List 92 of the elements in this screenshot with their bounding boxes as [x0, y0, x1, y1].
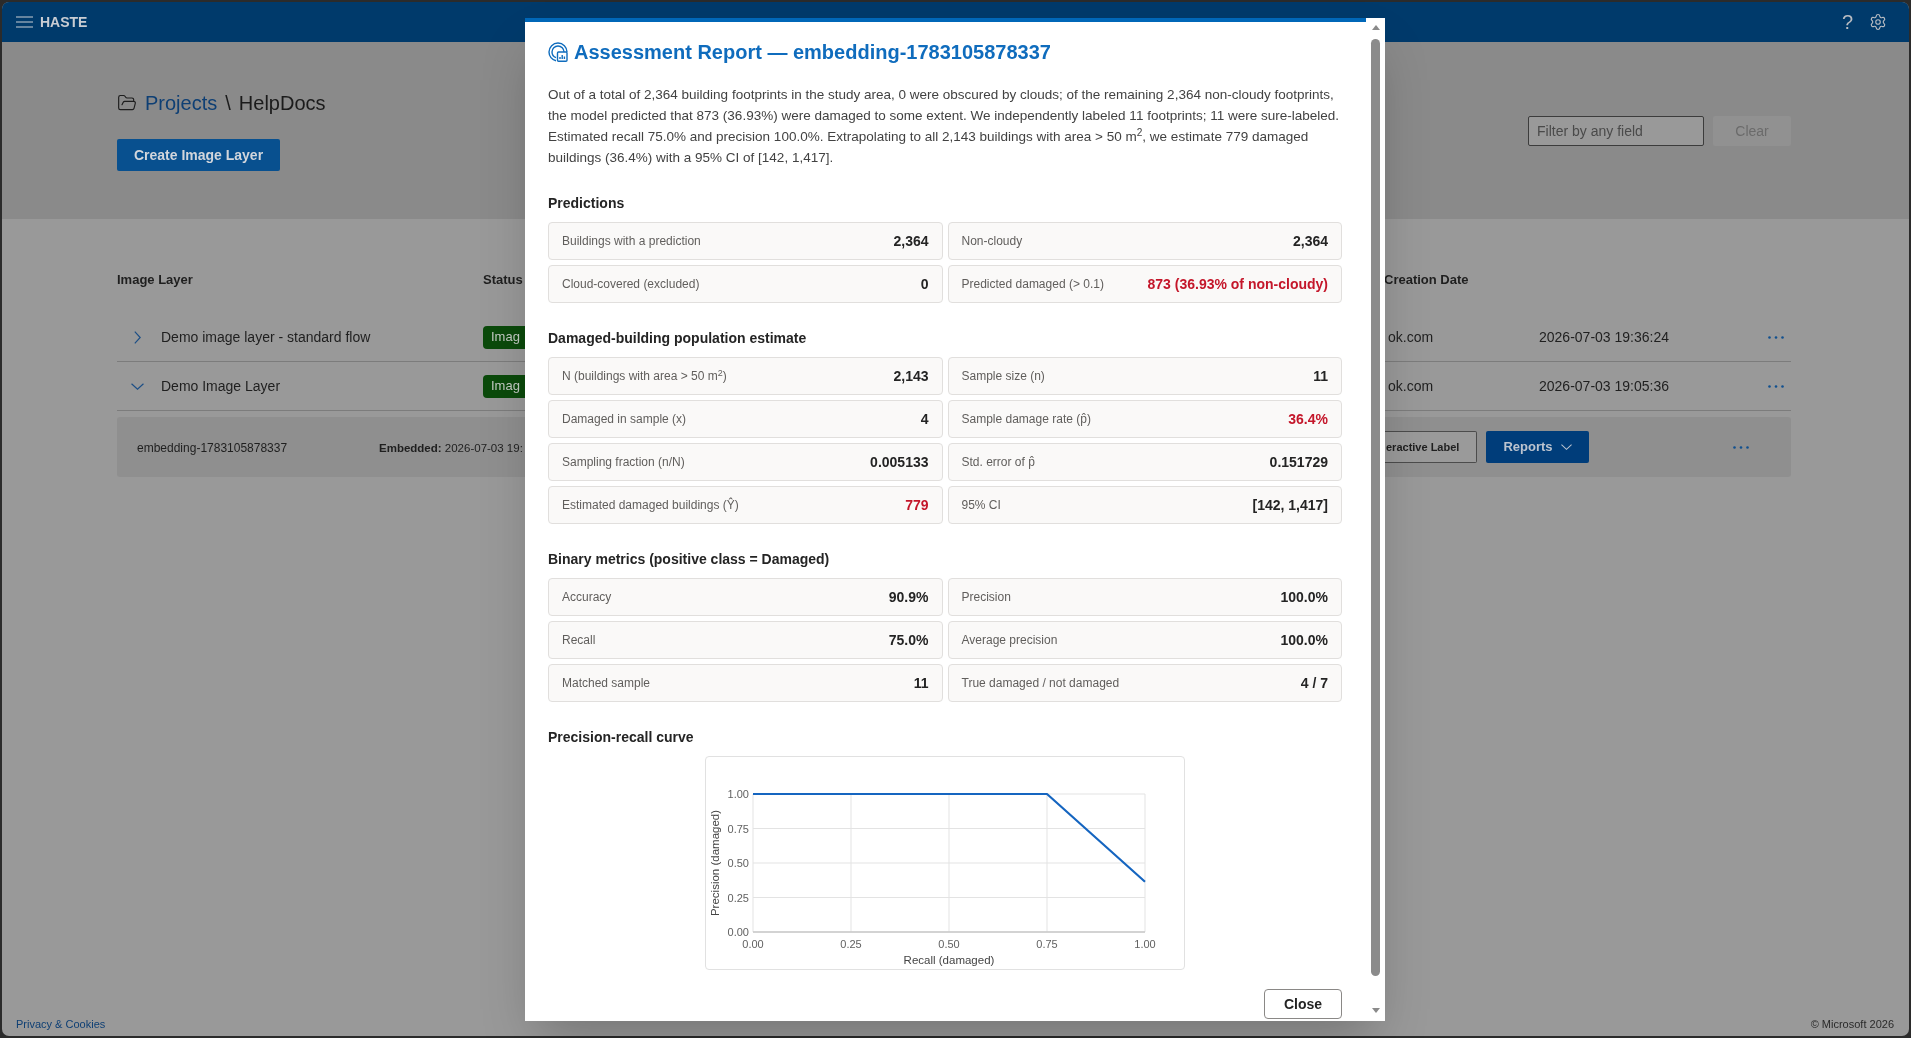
x-tick-label: 1.00: [1134, 938, 1156, 950]
breadcrumb-separator: \: [225, 91, 231, 116]
label-button[interactable]: eractive Label: [1385, 431, 1477, 463]
section-heading: Precision-recall curve: [548, 728, 695, 747]
metric-label: Accuracy: [562, 589, 612, 606]
x-axis-title: Recall (damaged): [903, 954, 995, 966]
breadcrumb-link[interactable]: Projects: [145, 88, 218, 118]
x-tick-label: 0.00: [742, 938, 764, 950]
table-cell-text: 2026-07-03 19:05:36: [1539, 376, 1669, 396]
metric-value: 2,364: [1292, 231, 1328, 251]
metric-value: 0: [920, 274, 929, 294]
settings-icon[interactable]: [1869, 13, 1887, 31]
column-header: Status: [483, 271, 523, 290]
metric-label: Cloud-covered (excluded): [562, 276, 700, 293]
metric-label: N (buildings with area > 50 m$^{2}$): [562, 367, 727, 385]
copyright-text: © Microsoft 2026: [1810, 1016, 1894, 1032]
metric-value: 2,143: [893, 366, 929, 386]
metric-label: Recall: [562, 632, 596, 649]
x-tick-label: 0.25: [840, 938, 862, 950]
report-chart-icon: [548, 42, 568, 62]
scrollbar-thumb[interactable]: [1371, 39, 1380, 976]
table-cell-text: 2026-07-03 19:36:24: [1539, 327, 1669, 347]
ellipsis-icon[interactable]: [1767, 335, 1784, 339]
metric-value: 779: [905, 495, 929, 515]
app-name: HASTE: [40, 12, 88, 32]
dialog-title: Assessment Report — embedding-1783105878337: [574, 40, 1051, 65]
metric-value: 4 / 7: [1300, 673, 1328, 693]
chevron-down-icon[interactable]: [130, 382, 144, 390]
reports-button[interactable]: Reports: [1486, 431, 1589, 463]
ellipsis-icon[interactable]: [1767, 384, 1784, 388]
y-tick-label: 0.50: [727, 857, 749, 869]
folder-icon: [117, 93, 137, 113]
column-header: Image Layer: [117, 271, 193, 290]
metric-value: 4: [920, 409, 929, 429]
section-heading: Damaged-building population estimate: [548, 329, 808, 348]
metric-value: 75.0%: [888, 630, 929, 650]
metric-value: 90.9%: [888, 587, 929, 607]
filter-input[interactable]: Filter by any field: [1528, 116, 1704, 146]
scroll-down-arrow-icon[interactable]: [1371, 1008, 1380, 1013]
metric-label: Sample size (n): [961, 368, 1045, 385]
summary-paragraph: Out of a total of 2,364 building footprints in the study area, 0 were obscured by clouds; of the remaining 2,364 non-cloudy footprints, the model predicted that 873 (36.93%) were damaged to some extent. We independently labeled 11 footprints; 11 were sure-labeled. Estimated recall 75.0% and precision 100.0%. Extrapolating to all 2,143 buildings with area > 50 m$^{2}$, we estimate 779 damaged buildings (36.4%) with a 95% CI of [142, 1,417].: [548, 86, 1340, 167]
y-tick-label: 0.75: [727, 822, 749, 835]
x-tick-label: 0.50: [938, 938, 960, 950]
metric-label: Sample damage rate (p̂): [961, 411, 1091, 428]
privacy-link[interactable]: Privacy & Cookies: [16, 1015, 106, 1033]
metric-label: Estimated damaged buildings (Ŷ): [562, 496, 739, 514]
layer-name[interactable]: Demo Image Layer: [161, 375, 281, 397]
create-image-layer-button[interactable]: Create Image Layer: [117, 139, 280, 171]
menu-icon[interactable]: [16, 16, 33, 28]
metric-label: Precision: [961, 589, 1011, 606]
metric-label: Std. error of p̂: [961, 454, 1035, 471]
column-header: Creation Date: [1384, 271, 1469, 290]
metric-value: 11: [913, 673, 929, 693]
y-tick-label: 1.00: [727, 788, 749, 800]
metric-label: Sampling fraction (n/N): [562, 454, 685, 471]
status-badge: Imag: [483, 325, 525, 349]
chevron-right-icon[interactable]: [133, 330, 141, 344]
metric-value: 2,364: [893, 231, 929, 251]
metric-value: 0.005133: [870, 452, 929, 472]
metric-value: 100.0%: [1280, 630, 1328, 650]
metric-value: 873 (36.93% of non-cloudy): [1147, 274, 1328, 294]
layer-name[interactable]: Demo image layer - standard flow: [161, 326, 371, 348]
metric-value: 100.0%: [1280, 587, 1328, 607]
status-badge: Imag: [483, 374, 525, 398]
section-heading: Predictions: [548, 194, 626, 213]
ellipsis-icon[interactable]: [1733, 445, 1749, 449]
metric-label: True damaged / not damaged: [961, 675, 1120, 692]
metric-value: [142, 1,417]: [1252, 495, 1328, 515]
section-heading: Binary metrics (positive class = Damaged): [548, 550, 831, 569]
x-tick-label: 0.75: [1036, 938, 1058, 950]
metric-label: Buildings with a prediction: [562, 233, 701, 250]
metric-label: 95% CI: [961, 497, 1001, 514]
close-button[interactable]: Close: [1264, 989, 1342, 1019]
y-tick-label: 0.25: [727, 891, 749, 904]
help-button[interactable]: ?: [1841, 12, 1853, 32]
metric-value: 0.151729: [1269, 452, 1328, 472]
metric-label: Average precision: [961, 632, 1058, 649]
table-cell-text: ok.com: [1387, 376, 1434, 396]
metric-value: 11: [1313, 366, 1328, 386]
embedded-date: Embedded: 2026-07-03 19:: [379, 442, 523, 454]
chevron-down-icon: [1560, 444, 1572, 450]
breadcrumb-current: HelpDocs: [238, 91, 326, 116]
scroll-up-arrow-icon[interactable]: [1371, 25, 1380, 30]
metric-label: Damaged in sample (x): [562, 411, 687, 428]
y-axis-title: Precision (damaged): [709, 809, 722, 917]
metric-label: Predicted damaged (> 0.1): [961, 276, 1104, 293]
table-cell-text: ok.com: [1387, 327, 1434, 347]
metric-label: Matched sample: [562, 675, 651, 692]
y-tick-label: 0.00: [727, 926, 749, 938]
metric-value: 36.4%: [1288, 409, 1328, 429]
embedding-name: embedding-1783105878337: [137, 441, 288, 455]
metric-label: Non-cloudy: [961, 233, 1023, 250]
